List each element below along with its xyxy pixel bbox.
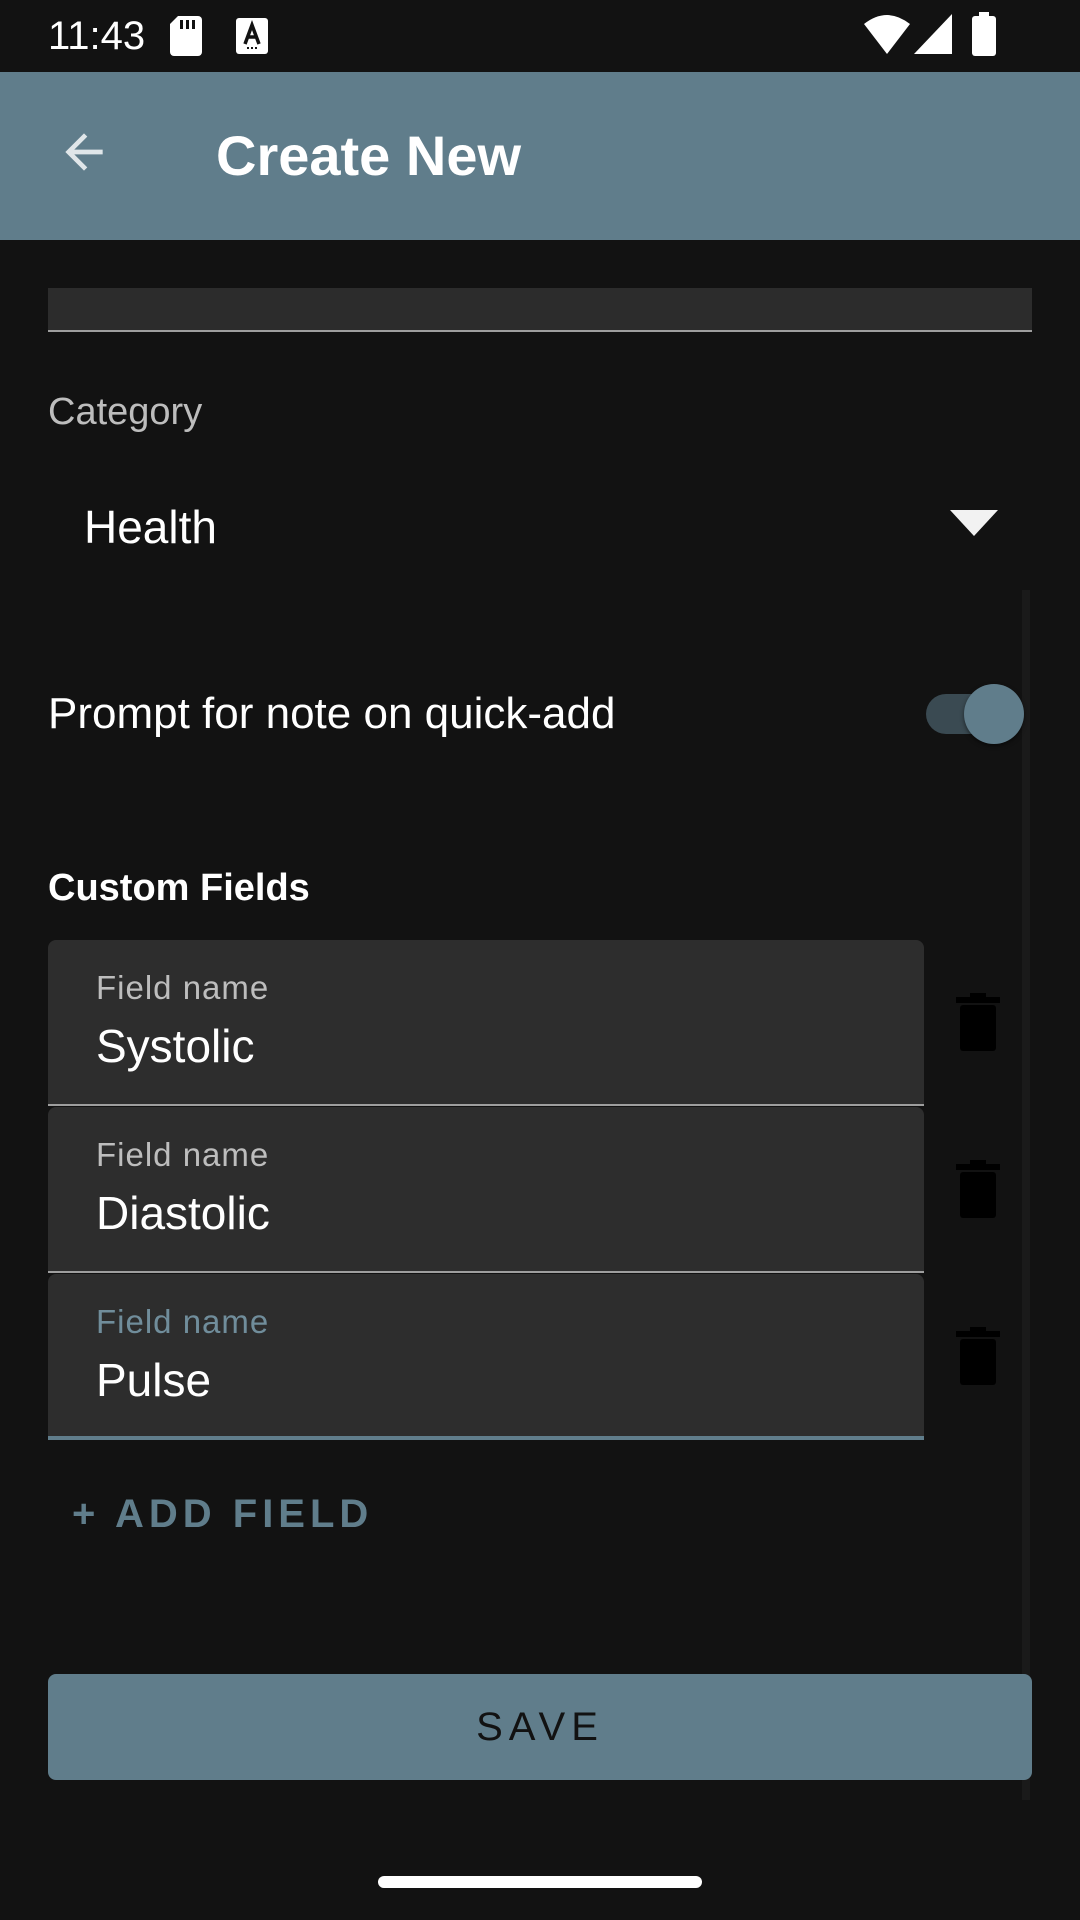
field-value: Pulse (96, 1354, 212, 1406)
save-button[interactable]: SAVE (48, 1674, 1032, 1780)
dropdown-arrow-icon (950, 510, 998, 536)
trash-icon (956, 1160, 1000, 1218)
delete-field-button[interactable] (950, 988, 1006, 1058)
field-value: Systolic (96, 1020, 255, 1072)
toggle-thumb (964, 684, 1024, 744)
wifi-icon (864, 15, 910, 54)
status-time: 11:43 (48, 14, 146, 58)
page-title: Create New (216, 124, 522, 187)
prompt-note-label: Prompt for note on quick-add (48, 689, 616, 738)
category-dropdown[interactable]: Health (48, 478, 1032, 568)
name-input[interactable] (48, 288, 1032, 332)
delete-field-button[interactable] (950, 1322, 1006, 1392)
arrow-back-icon (65, 133, 103, 171)
status-bar: 11:43 (0, 0, 1080, 72)
home-indicator[interactable] (378, 1876, 702, 1888)
field-label: Field name (96, 1136, 270, 1173)
battery-icon (972, 12, 996, 56)
signal-icon (914, 14, 952, 54)
a-keyboard-icon (236, 18, 268, 54)
category-label: Category (48, 391, 203, 433)
sd-card-icon (170, 16, 202, 56)
scrollbar[interactable] (1022, 590, 1030, 1800)
app-bar: Create New (0, 72, 1080, 240)
category-selected-value: Health (84, 501, 217, 553)
field-value: Diastolic (96, 1187, 270, 1239)
screen: 11:43 Create New Category Health Prompt … (0, 0, 1080, 1920)
trash-icon (956, 1327, 1000, 1385)
custom-field-input[interactable]: Field name Systolic (48, 940, 924, 1106)
custom-field-input[interactable]: Field name Pulse (48, 1274, 924, 1440)
custom-fields-title: Custom Fields (48, 867, 310, 909)
field-label: Field name (96, 969, 270, 1006)
add-field-button[interactable]: + ADD FIELD (72, 1484, 373, 1544)
trash-icon (956, 993, 1000, 1051)
field-label: Field name (96, 1303, 270, 1340)
custom-field-input[interactable]: Field name Diastolic (48, 1107, 924, 1273)
delete-field-button[interactable] (950, 1155, 1006, 1225)
prompt-note-toggle[interactable] (924, 684, 1024, 744)
back-button[interactable] (44, 112, 124, 192)
